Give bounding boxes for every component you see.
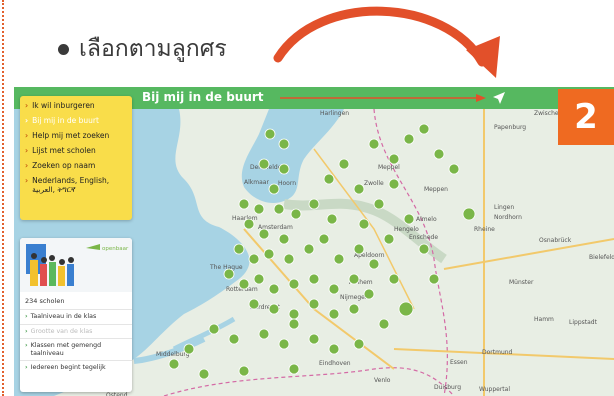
step-badge: 2 xyxy=(558,89,614,145)
bullet-dot xyxy=(58,43,69,55)
svg-text:Hengelo: Hengelo xyxy=(394,226,419,233)
card-item-taalniveau[interactable]: › Taalniveau in de klas xyxy=(20,309,132,324)
menu-item-languages[interactable]: › Nederlands, English, العربية, ትግርኛ xyxy=(20,176,132,194)
side-menu: › Ik wil inburgeren › Bij mij in de buurt … xyxy=(20,96,132,220)
navigation-arrow-icon[interactable] xyxy=(492,91,506,105)
svg-text:Almelo: Almelo xyxy=(416,216,437,223)
menu-item-lijst-scholen[interactable]: › Lijst met scholen xyxy=(20,146,132,155)
chevron-right-icon: › xyxy=(25,161,29,170)
chevron-right-icon: › xyxy=(25,313,28,320)
chevron-right-icon: › xyxy=(25,364,28,371)
menu-item-bij-mij-in-de-buurt[interactable]: › Bij mij in de buurt xyxy=(20,116,132,125)
svg-text:Nordhorn: Nordhorn xyxy=(494,214,522,221)
menu-item-label: Help mij met zoeken xyxy=(32,131,110,140)
chevron-right-icon: › xyxy=(25,116,29,125)
red-pointer-arrow-icon xyxy=(280,94,486,102)
school-info-card: openbaar 234 scholen › Taalniveau in de k… xyxy=(20,238,132,392)
svg-text:Eindhoven: Eindhoven xyxy=(319,360,351,367)
education-illustration: openbaar xyxy=(20,238,132,292)
card-item-label: Grootte van de klas xyxy=(30,327,93,335)
svg-text:Dortmund: Dortmund xyxy=(482,349,513,356)
svg-text:Enschede: Enschede xyxy=(409,234,438,241)
svg-text:Alkmaar: Alkmaar xyxy=(244,179,269,186)
card-option-list: › Taalniveau in de klas › Grootte van de k… xyxy=(20,309,132,375)
svg-text:Lingen: Lingen xyxy=(494,204,514,211)
svg-text:Harlingen: Harlingen xyxy=(320,110,349,117)
svg-text:Ostend: Ostend xyxy=(106,392,128,396)
school-count: 234 scholen xyxy=(25,297,65,305)
card-item-label: Klassen met gemengd taalniveau xyxy=(30,342,102,357)
svg-text:Hoorn: Hoorn xyxy=(278,180,296,187)
svg-text:Rheine: Rheine xyxy=(474,226,495,233)
svg-text:Münster: Münster xyxy=(509,279,534,286)
menu-item-label: Zoeken op naam xyxy=(32,161,96,170)
slide-border xyxy=(2,0,4,396)
svg-text:Hamm: Hamm xyxy=(534,316,554,323)
instruction-bullet: เลือกตามลูกศร xyxy=(58,34,227,64)
menu-item-label: Nederlands, English, العربية, ትግርኛ xyxy=(32,176,110,194)
card-item-tegelijk[interactable]: › Iedereen begint tegelijk xyxy=(20,360,132,375)
menu-item-inburgeren[interactable]: › Ik wil inburgeren xyxy=(20,101,132,110)
svg-text:Meppen: Meppen xyxy=(424,186,448,193)
svg-text:Duisburg: Duisburg xyxy=(434,384,461,391)
instruction-text: เลือกตามลูกศร xyxy=(79,36,227,62)
chevron-right-icon: › xyxy=(25,146,29,155)
card-item-label: Taalniveau in de klas xyxy=(30,313,97,320)
svg-text:Meppel: Meppel xyxy=(378,164,400,171)
chevron-right-icon: › xyxy=(25,176,29,185)
app-title: Bij mij in de buurt xyxy=(142,90,264,104)
svg-text:Papenburg: Papenburg xyxy=(494,124,526,131)
chevron-right-icon: › xyxy=(25,101,29,110)
card-brand: openbaar xyxy=(102,246,129,252)
svg-text:Lippstadt: Lippstadt xyxy=(569,319,598,326)
menu-item-zoeken-naam[interactable]: › Zoeken op naam xyxy=(20,161,132,170)
curved-arrow-icon xyxy=(273,6,500,78)
chevron-right-icon: › xyxy=(25,327,28,335)
menu-item-label: Bij mij in de buurt xyxy=(32,116,99,125)
chevron-right-icon: › xyxy=(25,131,29,140)
svg-text:Bielefeld: Bielefeld xyxy=(589,254,614,261)
svg-text:Essen: Essen xyxy=(450,359,468,366)
menu-item-help-zoeken[interactable]: › Help mij met zoeken xyxy=(20,131,132,140)
svg-text:Venlo: Venlo xyxy=(374,377,391,384)
app-screenshot: Zwischenahn Papenburg Meppen Lingen Nord… xyxy=(14,87,614,396)
menu-item-label: Ik wil inburgeren xyxy=(32,101,95,110)
chevron-right-icon: › xyxy=(25,342,28,349)
svg-text:Zwolle: Zwolle xyxy=(364,180,384,187)
card-item-grootte[interactable]: › Grootte van de klas xyxy=(20,323,132,339)
card-item-gemengd[interactable]: › Klassen met gemengd taalniveau xyxy=(20,338,132,360)
svg-text:Wuppertal: Wuppertal xyxy=(479,386,510,393)
card-item-label: Iedereen begint tegelijk xyxy=(30,364,106,371)
menu-item-label: Lijst met scholen xyxy=(32,146,96,155)
svg-text:Osnabrück: Osnabrück xyxy=(539,237,572,244)
